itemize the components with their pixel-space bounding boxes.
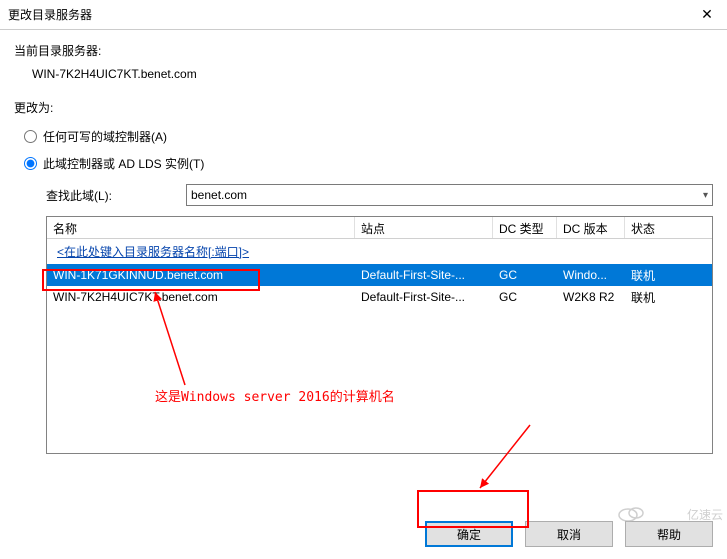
radio-any-input[interactable] xyxy=(24,130,37,143)
type-server-hint[interactable]: <在此处键入目录服务器名称[:端口]> xyxy=(47,239,712,264)
titlebar: 更改目录服务器 ✕ xyxy=(0,0,727,30)
radio-this-label: 此域控制器或 AD LDS 实例(T) xyxy=(43,155,204,172)
col-header-status[interactable]: 状态 xyxy=(625,217,661,238)
radio-this-input[interactable] xyxy=(24,157,37,170)
radio-any-writable-dc[interactable]: 任何可写的域控制器(A) xyxy=(24,128,713,145)
watermark-text: 亿速云 xyxy=(687,508,723,522)
table-row[interactable]: WIN-7K2H4UIC7KT.benet.comDefault-First-S… xyxy=(47,286,712,308)
radio-any-label: 任何可写的域控制器(A) xyxy=(43,128,167,145)
cell-dcver: Windo... xyxy=(557,268,625,282)
cloud-icon xyxy=(614,503,684,525)
cell-status: 联机 xyxy=(625,267,712,284)
cell-status: 联机 xyxy=(625,289,712,306)
cell-site: Default-First-Site-... xyxy=(355,268,493,282)
table-row[interactable]: WIN-1K71GKINNUD.benet.comDefault-First-S… xyxy=(47,264,712,286)
close-icon[interactable]: ✕ xyxy=(687,0,727,30)
col-header-dctype[interactable]: DC 类型 xyxy=(493,217,557,238)
col-header-name[interactable]: 名称 xyxy=(47,217,355,238)
cell-dctype: GC xyxy=(493,268,557,282)
type-server-hint-link[interactable]: <在此处键入目录服务器名称[:端口]> xyxy=(57,245,249,259)
cell-dctype: GC xyxy=(493,290,557,304)
lookup-domain-combobox[interactable]: benet.com ▾ xyxy=(186,184,713,206)
radio-group: 任何可写的域控制器(A) 此域控制器或 AD LDS 实例(T) xyxy=(14,128,713,172)
change-to-label: 更改为: xyxy=(14,99,713,116)
table-header: 名称 站点 DC 类型 DC 版本 状态 xyxy=(47,217,712,239)
cell-name: WIN-7K2H4UIC7KT.benet.com xyxy=(47,290,355,304)
lookup-domain-value: benet.com xyxy=(191,188,247,202)
dialog-body: 当前目录服务器: WIN-7K2H4UIC7KT.benet.com 更改为: … xyxy=(0,30,727,454)
ok-button[interactable]: 确定 xyxy=(425,521,513,547)
col-header-dcver[interactable]: DC 版本 xyxy=(557,217,625,238)
window-title: 更改目录服务器 xyxy=(8,6,687,23)
lookup-domain-label: 查找此域(L): xyxy=(46,187,186,204)
cell-dcver: W2K8 R2 xyxy=(557,290,625,304)
cancel-button[interactable]: 取消 xyxy=(525,521,613,547)
cell-name: WIN-1K71GKINNUD.benet.com xyxy=(47,268,355,282)
table-rows: WIN-1K71GKINNUD.benet.comDefault-First-S… xyxy=(47,264,712,308)
chevron-down-icon: ▾ xyxy=(703,190,708,201)
lookup-row: 查找此域(L): benet.com ▾ xyxy=(14,184,713,206)
current-server-value: WIN-7K2H4UIC7KT.benet.com xyxy=(14,67,713,81)
watermark: 亿速云 xyxy=(614,503,723,529)
cell-site: Default-First-Site-... xyxy=(355,290,493,304)
current-server-label: 当前目录服务器: xyxy=(14,42,713,59)
dc-table: 名称 站点 DC 类型 DC 版本 状态 <在此处键入目录服务器名称[:端口]>… xyxy=(46,216,713,454)
col-header-site[interactable]: 站点 xyxy=(355,217,493,238)
radio-this-dc-or-lds[interactable]: 此域控制器或 AD LDS 实例(T) xyxy=(24,155,713,172)
